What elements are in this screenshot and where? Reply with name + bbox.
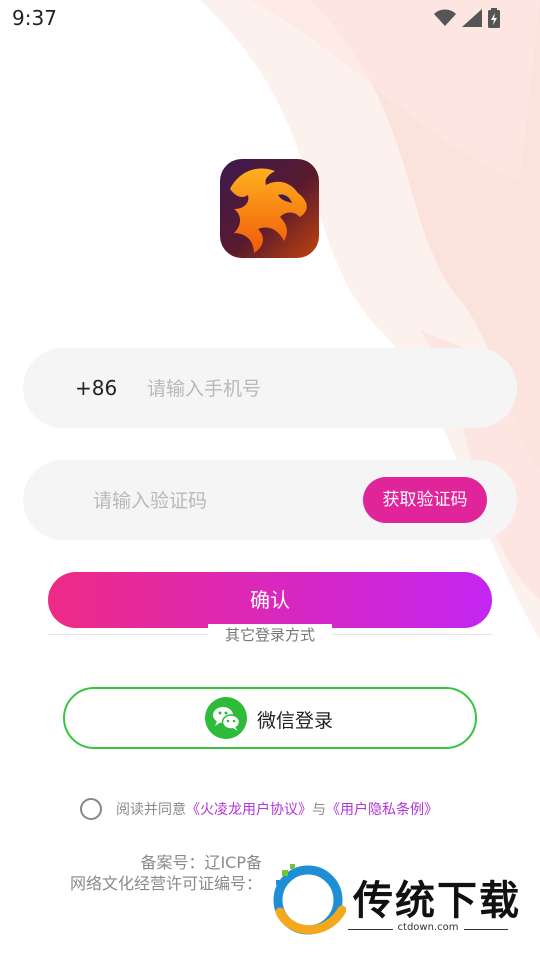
status-icons — [434, 8, 500, 28]
phone-field: +86 — [23, 348, 517, 428]
other-login-label: 其它登录方式 — [208, 624, 332, 646]
app-logo — [220, 159, 319, 258]
get-code-button[interactable]: 获取验证码 — [363, 477, 487, 523]
signal-icon — [462, 9, 482, 27]
agreement-prefix: 阅读并同意 — [116, 802, 186, 818]
agreement-conjunction: 与 — [312, 802, 326, 818]
user-agreement-link[interactable]: 《火凌龙用户协议》 — [186, 799, 312, 819]
watermark: 传统下载 ctdown.com — [268, 860, 540, 940]
agreement-checkbox[interactable] — [80, 798, 102, 820]
watermark-domain: ctdown.com — [397, 922, 459, 933]
battery-charging-icon — [488, 8, 500, 28]
verification-code-field: 获取验证码 — [23, 460, 517, 540]
wechat-login-button[interactable]: 微信登录 — [63, 687, 477, 749]
wechat-icon — [205, 697, 247, 739]
verification-code-input[interactable] — [91, 478, 355, 524]
wifi-icon — [434, 9, 456, 26]
footer: 备案号：辽ICP备 网络文化经营许可证编号： — [0, 852, 262, 894]
confirm-button[interactable]: 确认 — [48, 572, 492, 628]
watermark-line-right — [464, 929, 508, 930]
wechat-login-label: 微信登录 — [257, 710, 334, 732]
status-time: 9:37 — [12, 6, 57, 30]
agreement-row: 阅读并同意 《火凌龙用户协议》 与 《用户隐私条例》 — [80, 797, 438, 821]
status-bar: 9:37 — [0, 0, 540, 36]
watermark-title: 传统下载 — [353, 878, 521, 924]
country-code[interactable]: +86 — [75, 376, 117, 400]
privacy-policy-link[interactable]: 《用户隐私条例》 — [326, 799, 438, 819]
dragon-logo-icon — [220, 159, 319, 258]
culture-license: 网络文化经营许可证编号： — [69, 874, 262, 893]
watermark-logo-icon — [273, 864, 346, 935]
phone-input[interactable] — [145, 366, 469, 412]
icp-record: 备案号：辽ICP备 — [140, 853, 262, 872]
